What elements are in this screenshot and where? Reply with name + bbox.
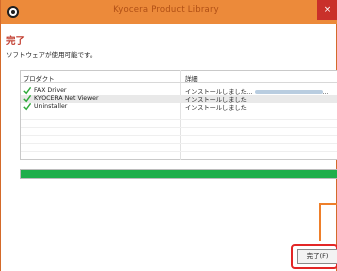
column-separator [180, 70, 181, 160]
empty-row-line [21, 135, 337, 136]
empty-row-line [21, 127, 337, 128]
table-row[interactable]: FAX Driver インストールしました...... [21, 86, 337, 96]
blurred-path [254, 90, 323, 94]
empty-row-line [21, 119, 337, 120]
progress-fill [21, 170, 337, 178]
page-heading: 完了 [6, 36, 26, 47]
callout-line [319, 203, 321, 241]
table-row[interactable]: Uninstaller インストールしました [21, 102, 337, 112]
table-row[interactable]: KYOCERA Net Viewer インストールしました [21, 94, 337, 104]
finish-button[interactable]: 完了(F) [297, 249, 337, 264]
product-detail: インストールしました [185, 105, 247, 112]
app-disc-icon [7, 6, 19, 18]
installer-window: Kyocera Product Library × 完了 ソフトウェアが使用可能… [0, 0, 337, 271]
page-subheading: ソフトウェアが使用可能です。 [6, 51, 97, 59]
header-divider [21, 82, 337, 83]
product-name: Uninstaller [34, 103, 68, 110]
window-title: Kyocera Product Library [113, 5, 219, 15]
callout-line [319, 203, 337, 205]
product-name: KYOCERA Net Viewer [34, 95, 99, 102]
empty-row-line [21, 143, 337, 144]
title-bar[interactable]: Kyocera Product Library × [1, 0, 337, 24]
close-button[interactable]: × [317, 0, 337, 20]
empty-row-line [21, 151, 337, 152]
product-name: FAX Driver [34, 87, 67, 94]
product-table [20, 70, 337, 160]
green-checkmark-icon [23, 102, 31, 111]
